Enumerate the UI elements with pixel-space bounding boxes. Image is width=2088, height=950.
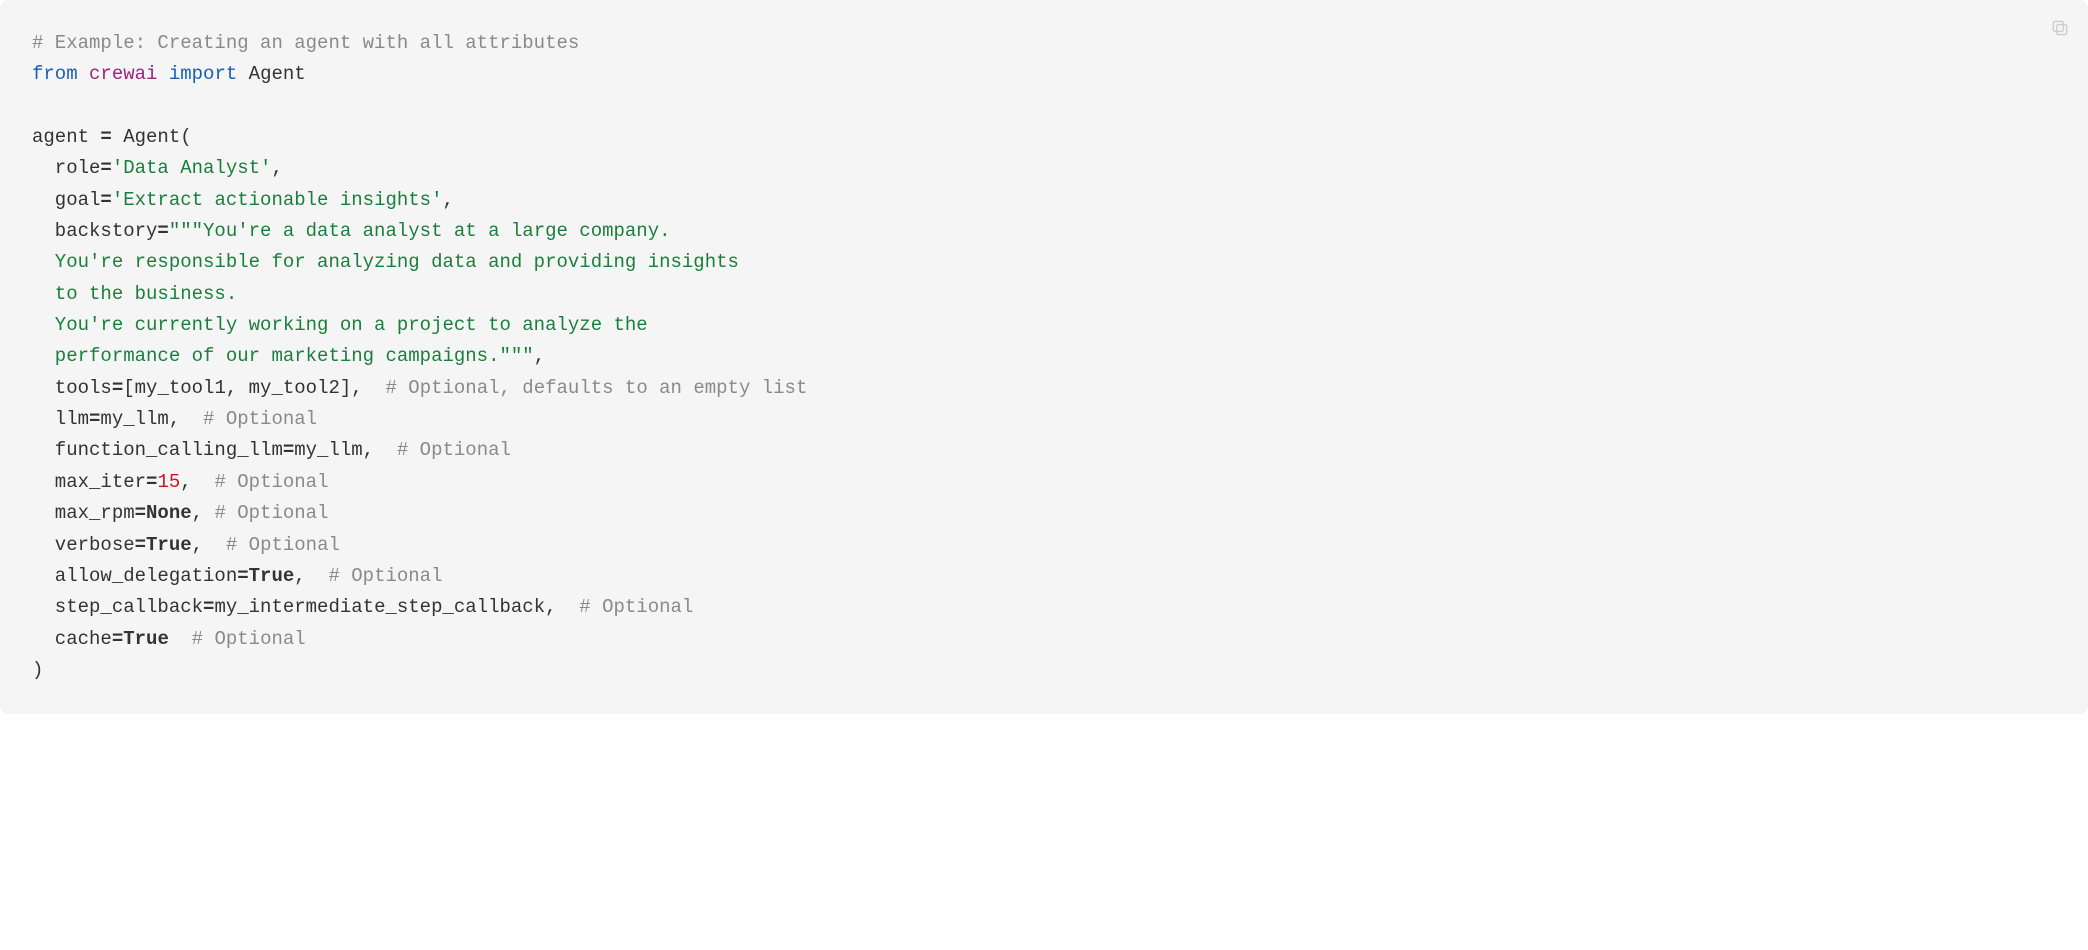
code-operator: = [100, 189, 111, 211]
code-text: ) [32, 659, 43, 681]
code-text: role [32, 157, 100, 179]
code-text: , [271, 157, 282, 179]
code-comment: # Optional [214, 502, 328, 524]
code-comment: # Optional [579, 596, 693, 618]
code-const: None [146, 502, 192, 524]
code-text: tools [32, 377, 112, 399]
code-text: my_llm, [294, 439, 397, 461]
code-keyword: from [32, 63, 78, 85]
code-text: Agent( [112, 126, 192, 148]
code-comment: # Optional [192, 628, 306, 650]
code-operator: = [237, 565, 248, 587]
code-text [169, 628, 192, 650]
code-text: , [442, 189, 453, 211]
code-operator: = [112, 628, 123, 650]
code-text: function_calling_llm [32, 439, 283, 461]
code-text: verbose [32, 534, 135, 556]
code-text: max_rpm [32, 502, 135, 524]
code-text: llm [32, 408, 89, 430]
code-comment: # Optional, defaults to an empty list [385, 377, 807, 399]
code-text: cache [32, 628, 112, 650]
code-text: agent [32, 126, 100, 148]
code-string: 'Data Analyst' [112, 157, 272, 179]
code-operator: = [89, 408, 100, 430]
code-text: my_llm, [100, 408, 203, 430]
code-comment: # Optional [214, 471, 328, 493]
code-text: allow_delegation [32, 565, 237, 587]
code-operator: = [100, 126, 111, 148]
code-string: """You're a data analyst at a large comp… [169, 220, 671, 242]
code-comment: # Optional [203, 408, 317, 430]
code-text: , [294, 565, 328, 587]
code-string: 'Extract actionable insights' [112, 189, 443, 211]
code-string: You're currently working on a project to… [32, 314, 648, 336]
code-operator: = [135, 534, 146, 556]
code-string: You're responsible for analyzing data an… [32, 251, 739, 273]
code-const: True [146, 534, 192, 556]
code-text: backstory [32, 220, 157, 242]
code-operator: = [283, 439, 294, 461]
code-ident: Agent [249, 63, 306, 85]
code-content: # Example: Creating an agent with all at… [32, 28, 2056, 686]
code-text: , [192, 534, 226, 556]
code-text: , [534, 345, 545, 367]
copy-button[interactable] [2050, 18, 2070, 38]
code-text: , [192, 502, 215, 524]
code-comment: # Optional [397, 439, 511, 461]
code-operator: = [100, 157, 111, 179]
code-string: to the business. [32, 283, 237, 305]
code-comment: # Optional [328, 565, 442, 587]
code-number: 15 [157, 471, 180, 493]
code-operator: = [112, 377, 123, 399]
code-comment: # Example: Creating an agent with all at… [32, 32, 579, 54]
code-operator: = [146, 471, 157, 493]
code-const: True [123, 628, 169, 650]
code-text: my_intermediate_step_callback, [214, 596, 579, 618]
code-text: , [180, 471, 214, 493]
code-text: step_callback [32, 596, 203, 618]
code-operator: = [203, 596, 214, 618]
code-string: performance of our marketing campaigns."… [32, 345, 534, 367]
code-comment: # Optional [226, 534, 340, 556]
copy-icon [2050, 25, 2070, 43]
code-module: crewai [89, 63, 157, 85]
code-keyword: import [169, 63, 237, 85]
code-operator: = [157, 220, 168, 242]
code-text: max_iter [32, 471, 146, 493]
code-const: True [249, 565, 295, 587]
code-text: [my_tool1, my_tool2], [123, 377, 385, 399]
code-text: goal [32, 189, 100, 211]
code-operator: = [135, 502, 146, 524]
code-block: # Example: Creating an agent with all at… [0, 0, 2088, 714]
